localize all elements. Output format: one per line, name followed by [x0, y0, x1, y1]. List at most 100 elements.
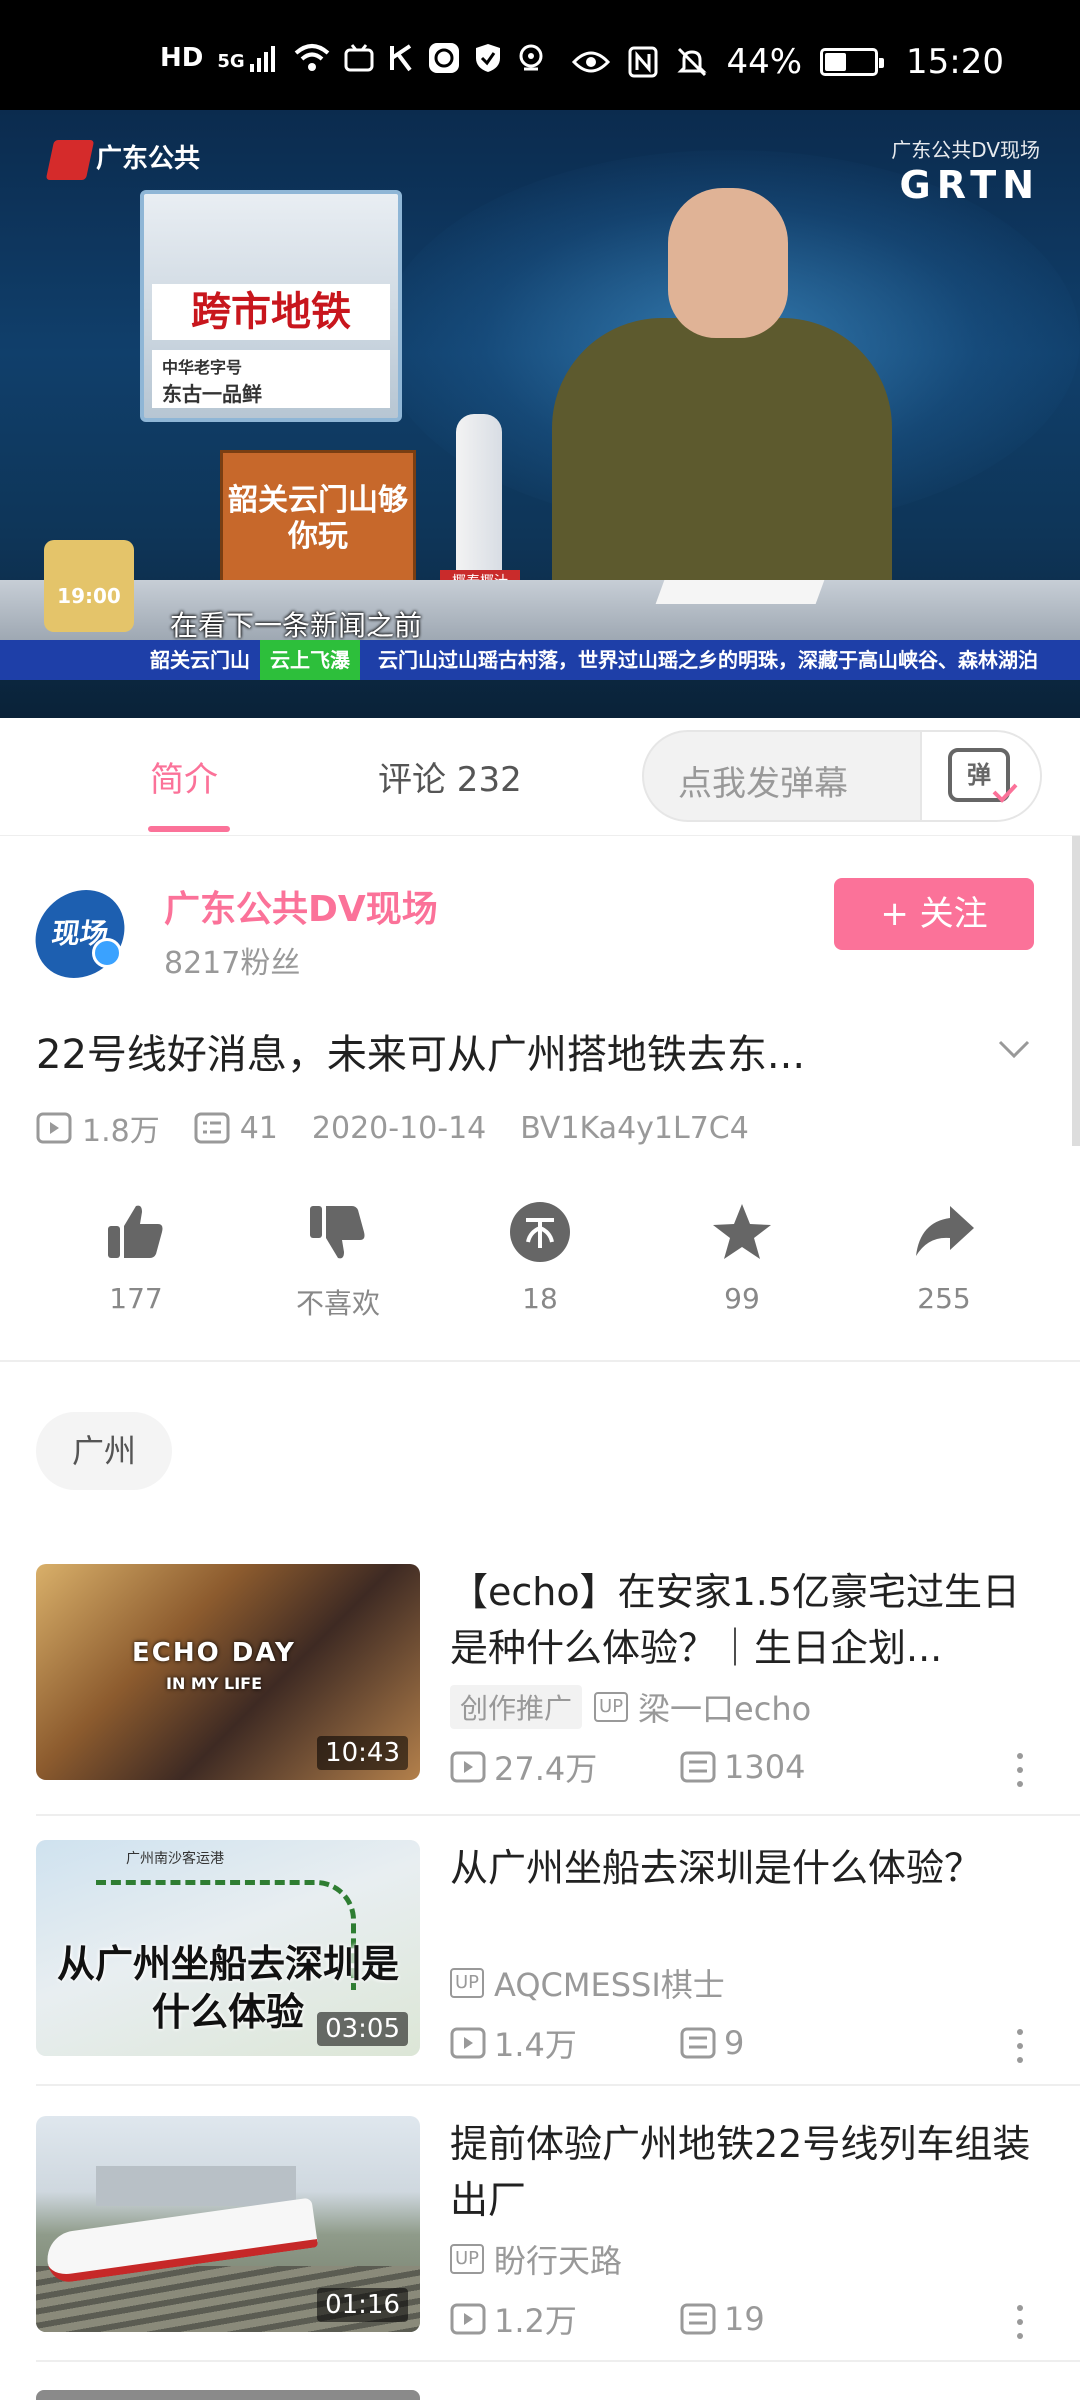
danmaku-count: 1304: [680, 1748, 805, 1786]
more-options-icon[interactable]: [1010, 1750, 1030, 1790]
shield-icon: [475, 44, 500, 72]
video-duration: 01:16: [317, 2288, 408, 2322]
video-meta: 1.8万 41 2020-10-14 BV1Ka4y1L7C4: [36, 1106, 783, 1150]
related-video-title[interactable]: 【echo】在安家1.5亿豪宅过生日是种什么体验？｜生日企划...: [450, 1564, 1050, 1676]
map-label: 广州南沙客运港: [126, 1851, 224, 1867]
view-count-text: 1.8万: [82, 1114, 160, 1149]
tab-active-underline: [148, 826, 230, 832]
5g-signal-icon: 5G: [217, 44, 279, 72]
coin-icon: [510, 1202, 570, 1262]
coin-count: 18: [522, 1282, 558, 1315]
tab-comments[interactable]: 评论 232: [378, 752, 522, 801]
star-icon: [713, 1204, 771, 1259]
k-icon: [389, 44, 412, 72]
list-divider: [36, 1814, 1080, 1816]
uploader-fans: 8217粉丝: [164, 946, 301, 981]
play-count-icon: [36, 1112, 72, 1144]
nfc-icon: [628, 46, 658, 78]
video-player[interactable]: 广东公共 广东公共DV现场 GRTN 跨市地铁 中华老字号 东古一品鲜 韶关云门…: [0, 110, 1080, 718]
status-bar: HD 5G 44% 15:20: [0, 0, 1080, 110]
ad-line-2: 东古一品鲜: [162, 382, 262, 406]
video-title[interactable]: 22号线好消息，未来可从广州搭地铁去东...: [36, 1022, 956, 1080]
related-video-stats: 27.4万 1304: [450, 1744, 805, 1790]
clock: 15:20: [906, 42, 1004, 82]
danmaku-count-icon: [680, 1751, 716, 1783]
corner-logo: 广东公共DV现场 GRTN: [891, 134, 1040, 207]
related-video-uploader: UP AQCMESSI棋士: [450, 1960, 725, 2006]
channel-logo: 广东公共: [45, 138, 201, 180]
hd-icon: HD: [160, 43, 204, 73]
status-right-icons: 44% 15:20: [572, 42, 1004, 82]
danmaku-count-icon: [680, 2027, 716, 2059]
app-icon: [428, 43, 459, 73]
corner-logo-small: 广东公共DV现场: [891, 138, 1040, 162]
dislike-button[interactable]: 不喜欢: [268, 1200, 408, 1322]
uploader-name[interactable]: 广东公共DV现场: [164, 880, 438, 932]
topic-tag[interactable]: 广州: [36, 1412, 173, 1490]
ticker-tag-2: 云上飞瀑: [260, 640, 360, 680]
danmaku-count-text: 19: [724, 2300, 765, 2338]
uploader-name: 盼行天路: [494, 2242, 623, 2280]
video-thumbnail[interactable]: 广州南沙客运港 从广州坐船去深圳是什么体验 03:05: [36, 1840, 420, 2056]
action-bar: 177 不喜欢 18 99 255: [0, 1200, 1080, 1360]
video-duration: 03:05: [317, 2012, 408, 2046]
thumbs-up-icon: [108, 1205, 163, 1258]
up-badge-icon: UP: [450, 1968, 485, 1998]
uploader-name: AQCMESSI棋士: [494, 1966, 725, 2004]
related-video-stats: 1.2万 19: [450, 2296, 765, 2342]
check-icon: [992, 783, 1018, 803]
share-button[interactable]: 255: [874, 1200, 1014, 1315]
tab-intro[interactable]: 简介: [150, 752, 218, 801]
battery-percent: 44%: [726, 42, 803, 82]
news-ticker: 韶关云门山 云上飞瀑 云门山过山瑶古村落，世界过山瑶之乡的明珠，深藏于高山峡谷、森林…: [0, 640, 1080, 680]
favorite-button[interactable]: 99: [672, 1200, 812, 1315]
wifi-icon: [294, 44, 329, 71]
danmaku-count: 9: [680, 2024, 744, 2062]
danmaku-count-text: 1304: [724, 1748, 806, 1786]
related-video-item[interactable]: ECHO DAY IN MY LIFE 10:43 【echo】在安家1.5亿豪…: [0, 1564, 1080, 1840]
more-options-icon[interactable]: [1010, 2026, 1030, 2066]
related-video-uploader: UP 盼行天路: [450, 2236, 622, 2282]
like-count: 177: [109, 1282, 163, 1315]
view-count-text: 1.2万: [494, 2302, 577, 2340]
detail-tabs: 简介 评论 232 点我发弹幕 弹: [0, 718, 1080, 836]
channel-logo-text: 广东公共: [96, 144, 201, 174]
danmaku-count-text: 41: [239, 1110, 278, 1146]
news-screen: 跨市地铁 中华老字号 东古一品鲜: [140, 190, 402, 422]
related-video-item[interactable]: 广州南沙客运港 从广州坐船去深圳是什么体验 03:05 从广州坐船去深圳是什么体…: [0, 1840, 1080, 2116]
view-count: 1.8万: [36, 1106, 160, 1150]
view-count: 1.4万: [450, 2020, 680, 2066]
related-video-title[interactable]: 从广州坐船去深圳是什么体验？: [450, 1840, 1050, 1896]
danmaku-toggle-button[interactable]: 弹: [920, 732, 1040, 820]
coin-button[interactable]: 18: [470, 1200, 610, 1315]
related-video-item[interactable]: 01:16 提前体验广州地铁22号线列车组装出厂 UP 盼行天路 1.2万 19: [0, 2116, 1080, 2392]
video-thumbnail[interactable]: 01:16: [36, 2116, 420, 2332]
bvid: BV1Ka4y1L7C4: [520, 1110, 749, 1146]
share-icon: [916, 1206, 974, 1256]
view-count: 27.4万: [450, 1744, 680, 1790]
related-video-title[interactable]: 提前体验广州地铁22号线列车组装出厂: [450, 2116, 1050, 2228]
more-options-icon[interactable]: [1010, 2302, 1030, 2342]
ticker-text: 云门山过山瑶古村落，世界过山瑶之乡的明珠，深藏于高山峡谷、森林湖泊: [378, 648, 1038, 672]
ticker-tag-1: 韶关云门山: [150, 648, 250, 672]
chevron-down-icon[interactable]: [994, 1030, 1034, 1070]
video-thumbnail[interactable]: ECHO DAY IN MY LIFE 10:43: [36, 1564, 420, 1780]
play-count-icon: [450, 2303, 486, 2335]
thumbnail-subcaption: IN MY LIFE: [166, 1674, 262, 1693]
promo-badge: 创作推广: [450, 1685, 583, 1729]
danmaku-count: 19: [680, 2300, 765, 2338]
danmaku-bar[interactable]: 点我发弹幕 弹: [642, 730, 1042, 822]
like-button[interactable]: 177: [66, 1200, 206, 1315]
related-video-uploader: 创作推广 UP 梁一口echo: [450, 1684, 811, 1730]
news-screen-headline: 跨市地铁: [152, 284, 390, 340]
danmaku-input[interactable]: 点我发弹幕: [678, 756, 848, 805]
play-count-icon: [450, 2027, 486, 2059]
view-count: 1.2万: [450, 2296, 680, 2342]
related-video-stats: 1.4万 9: [450, 2020, 744, 2066]
follow-button[interactable]: + 关注: [834, 878, 1034, 950]
battery-icon: [820, 48, 885, 76]
video-duration: 10:43: [317, 1736, 408, 1770]
thumbs-down-icon: [310, 1206, 365, 1259]
mute-icon: [677, 47, 708, 77]
danmaku-count: 41: [194, 1111, 278, 1146]
